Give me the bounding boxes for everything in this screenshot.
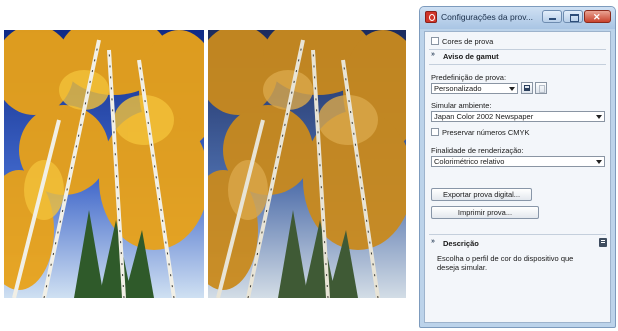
maximize-icon bbox=[570, 14, 579, 22]
description-heading[interactable]: Descrição bbox=[443, 239, 479, 248]
window-title: Configurações da prov... bbox=[441, 12, 533, 22]
close-icon: ✕ bbox=[593, 12, 601, 22]
proof-comparison-images bbox=[4, 30, 406, 298]
aspen-photo-proof bbox=[208, 30, 406, 298]
chevron-down-icon bbox=[596, 160, 602, 164]
proof-colors-checkbox[interactable] bbox=[431, 37, 439, 45]
minimize-button[interactable] bbox=[542, 10, 562, 23]
description-text: Escolha o perfil de cor do dispositivo q… bbox=[437, 254, 574, 272]
save-icon bbox=[524, 85, 530, 91]
chevron-collapse-icon[interactable]: » bbox=[431, 238, 435, 245]
save-preset-button[interactable] bbox=[521, 82, 533, 94]
proof-preview-image bbox=[208, 30, 406, 298]
preserve-cmyk-checkbox[interactable] bbox=[431, 128, 439, 136]
aspen-photo-original bbox=[4, 30, 204, 298]
preserve-cmyk-option[interactable]: Preservar números CMYK bbox=[431, 128, 530, 137]
preset-dropdown[interactable]: Personalizado bbox=[431, 83, 518, 94]
notes-icon[interactable] bbox=[599, 238, 607, 247]
print-proof-button[interactable]: Imprimir prova... bbox=[431, 206, 539, 219]
close-button[interactable]: ✕ bbox=[584, 10, 611, 23]
chevron-down-icon bbox=[509, 87, 515, 91]
maximize-button[interactable] bbox=[563, 10, 583, 23]
delete-icon bbox=[539, 85, 545, 93]
proof-colors-label: Cores de prova bbox=[442, 37, 494, 46]
rendering-intent-value: Colorimétrico relativo bbox=[434, 157, 505, 166]
window-titlebar[interactable]: Configurações da prov... ✕ bbox=[420, 7, 615, 29]
rendering-intent-label: Finalidade de renderização: bbox=[431, 146, 524, 155]
preset-value: Personalizado bbox=[434, 84, 482, 93]
app-icon bbox=[425, 11, 437, 23]
gamut-warning-heading[interactable]: Aviso de gamut bbox=[443, 52, 499, 61]
original-image bbox=[4, 30, 204, 298]
proof-settings-window: Configurações da prov... ✕ Cores de prov… bbox=[419, 6, 616, 328]
rendering-intent-dropdown[interactable]: Colorimétrico relativo bbox=[431, 156, 605, 167]
preserve-cmyk-label: Preservar números CMYK bbox=[442, 128, 530, 137]
delete-preset-button[interactable] bbox=[535, 82, 547, 94]
simulate-environment-dropdown[interactable]: Japan Color 2002 Newspaper bbox=[431, 111, 605, 122]
preset-label: Predefinição de prova: bbox=[431, 73, 507, 82]
proof-colors-option[interactable]: Cores de prova bbox=[431, 37, 493, 46]
export-digital-proof-button[interactable]: Exportar prova digital... bbox=[431, 188, 532, 201]
divider bbox=[429, 64, 606, 65]
minimize-icon bbox=[549, 18, 556, 20]
chevron-collapse-icon[interactable]: » bbox=[431, 51, 435, 58]
divider bbox=[429, 49, 606, 50]
simulate-label: Simular ambiente: bbox=[431, 101, 492, 110]
simulate-value: Japan Color 2002 Newspaper bbox=[434, 112, 534, 121]
divider bbox=[429, 234, 606, 235]
chevron-down-icon bbox=[596, 115, 602, 119]
settings-panel: Cores de prova » Aviso de gamut Predefin… bbox=[424, 31, 611, 323]
